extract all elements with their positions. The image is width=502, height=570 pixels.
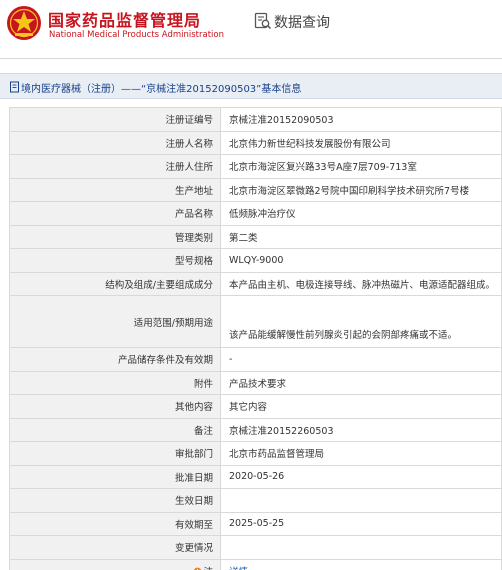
table-row: 适用范围/预期用途 该产品能缓解慢性前列腺炎引起的会阴部疼痛或不适。 <box>9 295 502 348</box>
brand-name-en: National Medical Products Administration <box>49 30 224 40</box>
field-value: 北京伟力新世纪科技发展股份有限公司 <box>220 130 502 155</box>
table-row: 结构及组成/主要组成成分 本产品由主机、电极连接导线、脉冲热磁片、电源适配器组成… <box>9 271 502 296</box>
field-label: 生产地址 <box>9 177 221 202</box>
header-divider <box>0 58 502 59</box>
table-row: 附件 产品技术要求 <box>9 370 502 395</box>
brand-name-cn: 国家药品监督管理局 <box>48 11 202 30</box>
field-value: 产品技术要求 <box>220 370 502 395</box>
table-row: 批准日期 2020-05-26 <box>9 464 502 489</box>
field-label: 生效日期 <box>9 488 221 513</box>
field-value: 京械注准20152260503 <box>220 417 502 442</box>
field-label: 变更情况 <box>9 535 221 560</box>
table-row: 生效日期 <box>9 488 502 513</box>
field-value: 其它内容 <box>220 394 502 419</box>
table-row: 型号规格 WLQY-9000 <box>9 248 502 273</box>
field-value: 2020-05-26 <box>220 464 502 489</box>
field-value: 低频脉冲治疗仪 <box>220 201 502 226</box>
field-label: 备注 <box>9 417 221 442</box>
table-row: 管理类别 第二类 <box>9 224 502 249</box>
field-value: 京械注准20152090503 <box>220 107 502 132</box>
table-row: 有效期至 2025-05-25 <box>9 511 502 536</box>
field-label: 附件 <box>9 370 221 395</box>
field-value: WLQY-9000 <box>220 248 502 273</box>
field-value: 2025-05-25 <box>220 511 502 536</box>
table-row: 产品名称 低频脉冲治疗仪 <box>9 201 502 226</box>
table-row: 变更情况 <box>9 535 502 560</box>
field-label: 注册证编号 <box>9 107 221 132</box>
field-label: 注册人住所 <box>9 154 221 179</box>
field-label: 型号规格 <box>9 248 221 273</box>
table-row: 生产地址 北京市海淀区翠微路2号院中国印刷科学技术研究所7号楼 <box>9 177 502 202</box>
data-query-link[interactable]: 数据查询 <box>274 12 330 32</box>
table-row: 审批部门 北京市药品监督管理局 <box>9 441 502 466</box>
field-label: 产品名称 <box>9 201 221 226</box>
table-row: 注册证编号 京械注准20152090503 <box>9 107 502 132</box>
table-row: 注册人名称 北京伟力新世纪科技发展股份有限公司 <box>9 130 502 155</box>
page-title: 境内医疗器械（注册）——“京械注准20152090503”基本信息 <box>21 84 302 95</box>
note-label-cell: 注 <box>9 558 221 570</box>
field-value: 详情 <box>220 558 502 570</box>
table-row: 备注 京械注准20152260503 <box>9 417 502 442</box>
field-value: 北京市海淀区翠微路2号院中国印刷科学技术研究所7号楼 <box>220 177 502 202</box>
field-value: 第二类 <box>220 224 502 249</box>
field-value <box>220 535 502 560</box>
table-row: 产品储存条件及有效期 - <box>9 347 502 372</box>
table-row: 注 详情 <box>9 558 502 570</box>
data-query-icon[interactable] <box>254 12 272 30</box>
registration-detail-table: 注册证编号 京械注准20152090503 注册人名称 北京伟力新世纪科技发展股… <box>9 107 502 570</box>
field-label: 产品储存条件及有效期 <box>9 347 221 372</box>
field-label: 有效期至 <box>9 511 221 536</box>
nmpa-emblem-icon <box>7 6 41 40</box>
document-icon <box>10 81 19 93</box>
field-label: 管理类别 <box>9 224 221 249</box>
field-label: 结构及组成/主要组成成分 <box>9 271 221 296</box>
field-value: 北京市药品监督管理局 <box>220 441 502 466</box>
table-row: 注册人住所 北京市海淀区复兴路33号A座7层709-713室 <box>9 154 502 179</box>
field-label: 其他内容 <box>9 394 221 419</box>
field-label: 批准日期 <box>9 464 221 489</box>
field-label: 适用范围/预期用途 <box>9 295 221 348</box>
table-row: 其他内容 其它内容 <box>9 394 502 419</box>
field-value: 北京市海淀区复兴路33号A座7层709-713室 <box>220 154 502 179</box>
site-header: 国家药品监督管理局 National Medical Products Admi… <box>0 0 502 52</box>
field-value: 该产品能缓解慢性前列腺炎引起的会阴部疼痛或不适。 <box>220 295 502 348</box>
field-value: - <box>220 347 502 372</box>
field-value <box>220 488 502 513</box>
section-title-bar: 境内医疗器械（注册）——“京械注准20152090503”基本信息 <box>0 73 502 99</box>
field-value: 本产品由主机、电极连接导线、脉冲热磁片、电源适配器组成。 <box>220 271 502 296</box>
field-label: 注册人名称 <box>9 130 221 155</box>
field-label: 审批部门 <box>9 441 221 466</box>
